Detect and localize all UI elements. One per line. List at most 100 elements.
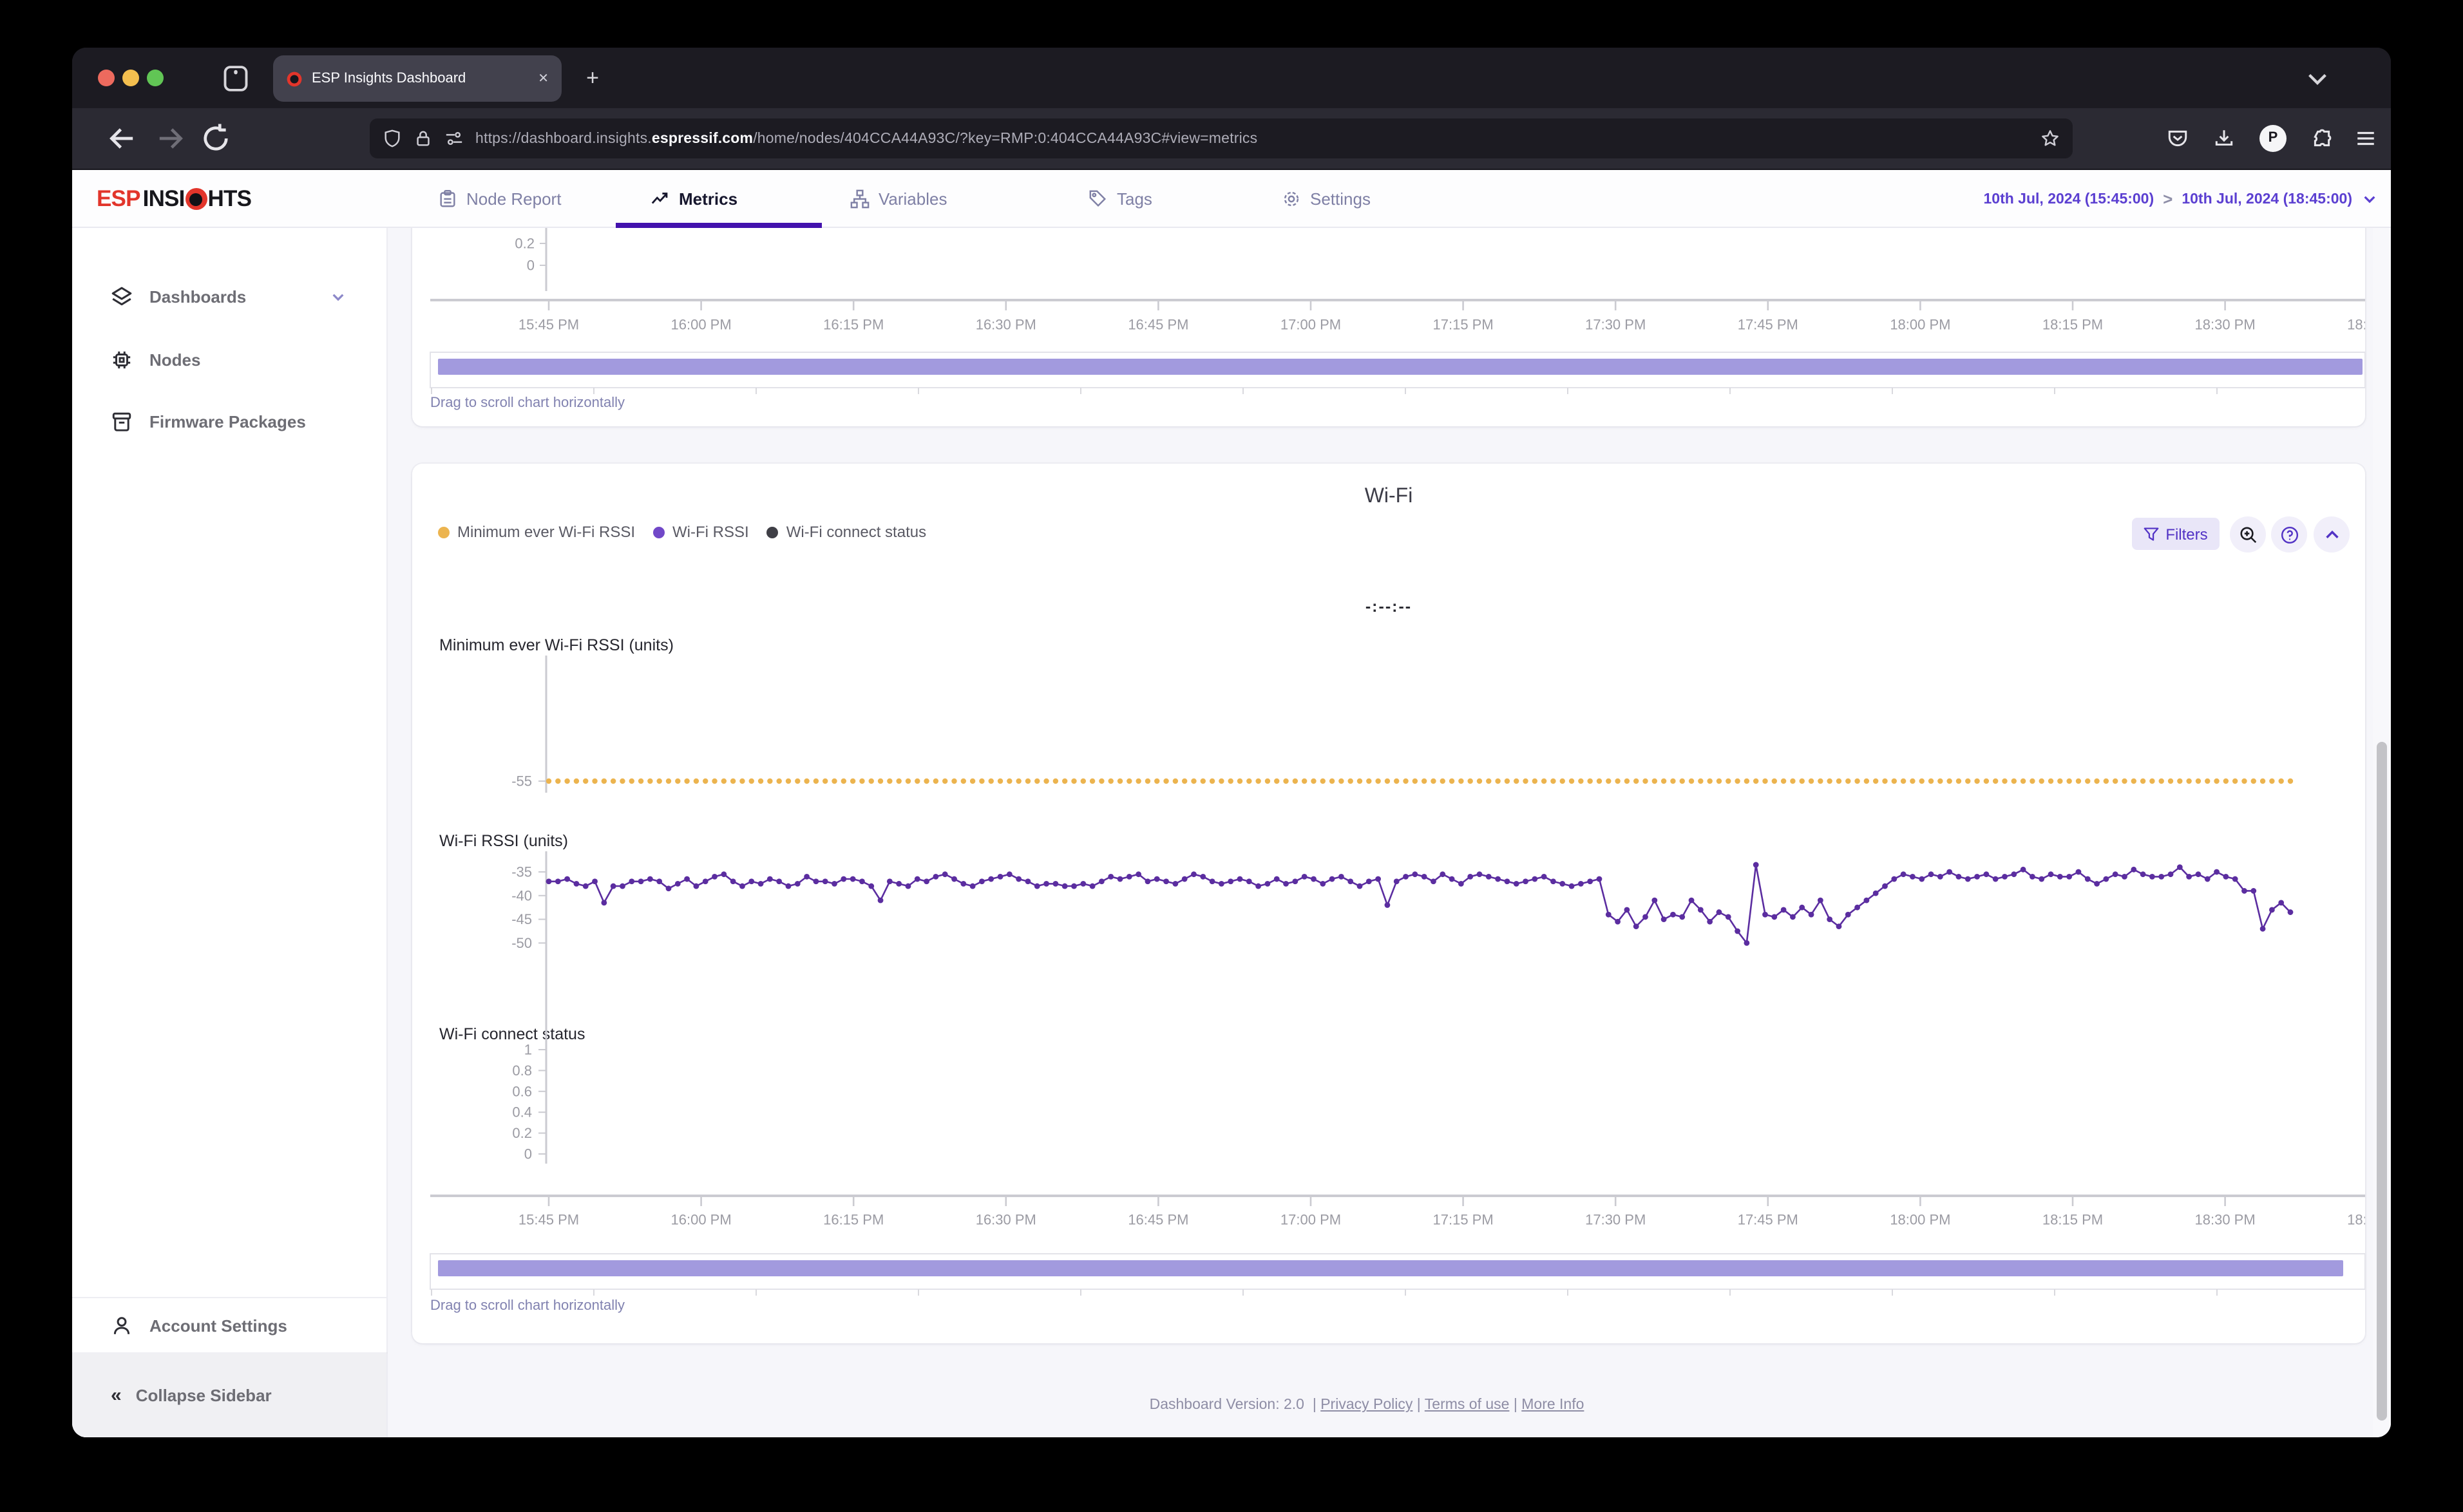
tab-node-report[interactable]: Node Report (438, 170, 561, 228)
wifi-rssi-point (2268, 907, 2275, 913)
tab-list-chevron-icon[interactable] (2303, 64, 2332, 93)
min-ever-rssi-point (1209, 778, 1215, 784)
chart-scroll-thumb[interactable] (438, 1260, 2343, 1276)
reload-icon[interactable] (200, 122, 232, 155)
tab-settings[interactable]: Settings (1282, 170, 1371, 228)
wifi-rssi-point (2241, 888, 2247, 894)
time-tick-label: 18:45 PM (2347, 1212, 2365, 1228)
esp-insights-logo[interactable]: ESP INSI HTS (97, 183, 252, 215)
min-ever-rssi-point (813, 778, 819, 784)
permissions-icon[interactable] (444, 129, 464, 148)
sidebar-item-firmware-packages[interactable]: Firmware Packages (72, 399, 388, 443)
menu-hamburger-icon[interactable] (2355, 128, 2377, 149)
min-ever-rssi-point (2011, 778, 2017, 784)
wifi-rssi-point (1338, 873, 1344, 880)
tab-close-icon[interactable]: ✕ (538, 71, 549, 86)
wifi-rssi-point (924, 878, 929, 885)
min-ever-rssi-point (1099, 778, 1105, 784)
min-ever-rssi-point (2020, 778, 2026, 784)
tab-variables[interactable]: Variables (850, 170, 947, 228)
min-ever-rssi-point (1394, 778, 1400, 784)
wifi-rssi-point (1228, 878, 1234, 885)
wifi-rssi-point (1403, 873, 1409, 880)
wifi-rssi-point (1799, 904, 1805, 911)
wifi-rssi-point (2167, 871, 2174, 878)
wifi-rssi-point (1615, 918, 1621, 925)
min-ever-rssi-point (1716, 778, 1722, 784)
wifi-rssi-point (1697, 907, 1704, 913)
min-ever-rssi-point (1375, 778, 1381, 784)
wifi-rssi-point (748, 878, 755, 885)
chevrons-left-icon: « (111, 1384, 122, 1406)
y-tick-label: 0.8 (512, 1063, 532, 1079)
window-zoom-button[interactable] (147, 70, 164, 86)
min-ever-rssi-point (721, 778, 727, 784)
date-range-picker[interactable]: 10th Jul, 2024 (15:45:00) > 10th Jul, 20… (1984, 170, 2379, 228)
wifi-rssi-point (564, 876, 571, 882)
min-ever-rssi-point (2287, 778, 2294, 784)
min-ever-rssi-point (1255, 778, 1261, 784)
wifi-rssi-point (656, 878, 663, 885)
y-tick-label: 0 (527, 258, 535, 274)
browser-tab[interactable]: ESP Insights Dashboard ✕ (273, 55, 562, 102)
footer-link-terms-of-use[interactable]: Terms of use (1425, 1397, 1510, 1413)
wifi-rssi-point (1974, 873, 1980, 880)
wifi-rssi-point (1513, 881, 1519, 887)
firefox-view-icon[interactable] (222, 64, 250, 93)
new-tab-button[interactable]: + (577, 63, 608, 94)
tab-metrics[interactable]: Metrics (651, 170, 737, 228)
window-minimize-button[interactable] (122, 70, 139, 86)
y-tick-label: -40 (511, 887, 532, 903)
time-tick-label: 18:00 PM (1890, 1212, 1950, 1228)
vertical-scrollbar-thumb[interactable] (2377, 742, 2387, 1421)
sidebar-item-nodes[interactable]: Nodes (72, 337, 388, 381)
wifi-rssi-point (1476, 871, 1483, 878)
wifi-rssi-point (1605, 911, 1612, 918)
extensions-puzzle-icon[interactable] (2311, 128, 2333, 149)
min-ever-rssi-point (1532, 778, 1538, 784)
shield-icon[interactable] (383, 129, 402, 148)
min-ever-rssi-point (2122, 778, 2127, 784)
time-tick-label: 18:15 PM (2042, 317, 2103, 333)
forward-icon[interactable] (155, 122, 187, 155)
y-tick-label: 0.4 (512, 1104, 532, 1120)
window-close-button[interactable] (98, 70, 115, 86)
wifi-rssi-point (638, 878, 644, 885)
tab-node-report-label: Node Report (466, 189, 562, 209)
wifi-rssi-point (1016, 876, 1022, 882)
min-ever-rssi-point (2002, 778, 2008, 784)
url-bar[interactable]: https://dashboard.insights.espressif.com… (370, 118, 2073, 158)
tab-variables-label: Variables (879, 189, 947, 209)
wifi-rssi-point (1356, 883, 1363, 889)
wifi-rssi-point (1458, 881, 1464, 887)
url-text[interactable]: https://dashboard.insights.espressif.com… (475, 131, 2030, 146)
pocket-icon[interactable] (2167, 128, 2189, 149)
min-ever-rssi-point (1771, 778, 1778, 784)
chart-scroll-thumb[interactable] (438, 359, 2363, 375)
tab-tags[interactable]: Tags (1089, 170, 1152, 228)
min-ever-rssi-point (748, 778, 754, 784)
footer-link-privacy-policy[interactable]: Privacy Policy (1320, 1397, 1412, 1413)
min-ever-rssi-point (1744, 778, 1750, 784)
wifi-rssi-point (674, 881, 681, 887)
sidebar-item-account-settings[interactable]: Account Settings (72, 1303, 388, 1347)
min-ever-rssi-point (960, 778, 967, 784)
min-ever-rssi-point (2066, 778, 2072, 784)
wifi-rssi-point (1900, 871, 1907, 878)
profile-avatar[interactable]: P (2259, 125, 2287, 152)
collapse-sidebar-button[interactable]: « Collapse Sidebar (72, 1352, 386, 1437)
tab-tags-label: Tags (1117, 189, 1152, 209)
back-icon[interactable] (106, 122, 138, 155)
footer-link-more-info[interactable]: More Info (1521, 1397, 1584, 1413)
wifi-rssi-point (1495, 876, 1501, 882)
downloads-icon[interactable] (2213, 128, 2235, 149)
wifi-rssi-point (997, 873, 1003, 880)
sidebar-item-dashboards[interactable]: Dashboards (72, 274, 388, 318)
wifi-rssi-point (886, 878, 893, 885)
min-ever-rssi-point (1965, 778, 1971, 784)
bookmark-star-icon[interactable] (2040, 129, 2060, 148)
lock-icon[interactable] (414, 129, 433, 148)
time-tick-label: 16:30 PM (976, 317, 1036, 333)
wifi-rssi-point (1237, 876, 1243, 882)
wifi-rssi-point (1577, 881, 1584, 887)
